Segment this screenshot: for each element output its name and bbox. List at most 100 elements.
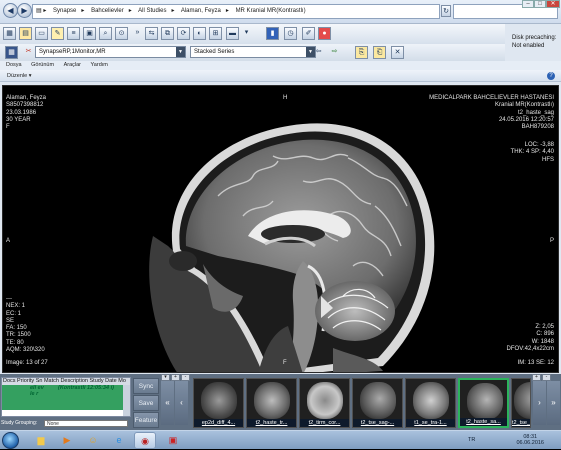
copy-icon[interactable]: ⎘ xyxy=(355,46,368,59)
cine-icon[interactable]: ⟳ xyxy=(177,27,190,40)
forward-button[interactable]: ▶ xyxy=(17,3,32,18)
menu-item-help[interactable]: Yardım xyxy=(91,62,108,68)
thumb-option-button[interactable]: + xyxy=(171,374,180,381)
scroll-prev-icon[interactable]: ‹ xyxy=(175,381,188,425)
series-thumbnail[interactable]: t1_se_tra-1... xyxy=(405,378,456,428)
scroll-last-icon[interactable]: » xyxy=(547,381,560,425)
breadcrumb-item[interactable]: MR Kranial MR(Kontrastlı) xyxy=(236,8,306,14)
magnify-icon[interactable]: ⌕ xyxy=(99,27,112,40)
overlay-bottom-marker: F xyxy=(283,360,287,366)
menu-item-tools[interactable]: Araçlar xyxy=(64,62,81,68)
overlay-acquisition-params: --- NEX: 1 EC: 1 SE FA: 150 TR: 1500 TE:… xyxy=(6,296,45,354)
close-button[interactable]: ✕ xyxy=(546,0,560,8)
thumbnail-image xyxy=(254,382,290,419)
window-level-icon[interactable]: ▬ xyxy=(226,27,239,40)
language-indicator[interactable]: TR xyxy=(468,437,475,443)
command-bar: Düzenle ▾ ? xyxy=(0,70,561,82)
start-button[interactable] xyxy=(2,432,19,449)
thumb-option-button[interactable]: - xyxy=(542,374,551,381)
back-button[interactable]: ◀ xyxy=(3,3,18,18)
menu-item-view[interactable]: Görünüm xyxy=(31,62,54,68)
thumbnail-label: t2_tirm_cor... xyxy=(300,419,349,427)
overlay-window-level: Z: 2,05 C: 896 W: 1848 DFOV:42,4x22cm xyxy=(506,324,554,352)
overlay-slice-info: LOC: -3,88 THK: 4 SP: 4,40 HFS xyxy=(510,142,554,163)
windows-taskbar: ▆ ▶ ☺ e ◉ ▣ TR 08:31 06.06.2016 xyxy=(0,430,561,449)
table-row[interactable]: ell ev le r (Kontrastli 12:05:34 i) xyxy=(2,385,124,410)
layout-icon[interactable]: ▣ xyxy=(83,27,96,40)
app-task-icon[interactable]: ▣ xyxy=(162,432,184,449)
dropdown-arrow-icon[interactable]: ▾ xyxy=(240,27,253,40)
messenger-icon[interactable]: ☺ xyxy=(82,432,104,449)
breadcrumb-item[interactable]: Bahcelievler xyxy=(91,8,124,14)
monitor-icon[interactable]: ▦ xyxy=(3,27,16,40)
thumb-option-button[interactable]: + xyxy=(532,374,541,381)
save-button[interactable]: Save xyxy=(133,395,159,411)
ie-icon[interactable]: e xyxy=(108,432,130,449)
scroll-first-icon[interactable]: « xyxy=(161,381,174,425)
feature-button[interactable]: Feature xyxy=(133,412,159,428)
thumbnail-image xyxy=(514,382,530,419)
thumb-option-button[interactable]: ▾ xyxy=(161,374,170,381)
thumbnail-image xyxy=(201,382,237,419)
series-combo[interactable]: Stacked Series ▼ xyxy=(190,46,316,58)
paste-icon[interactable]: ⎗ xyxy=(373,46,386,59)
document-icon[interactable]: ▭ xyxy=(35,27,48,40)
forward-arrows-icon[interactable]: » xyxy=(131,27,144,40)
main-toolbar: ▦ ▤ ▭ ✎ ≡ ▣ ⌕ ⊙ » ⇆ ⧉ ⟳ ◐ ⊞ ▬ ▾ ▮ ◷ ✐ ● xyxy=(0,24,505,44)
overlay-image-count: Image: 13 of 27 xyxy=(6,360,48,366)
thumbnail-image xyxy=(307,382,343,419)
study-grouping-select[interactable]: None xyxy=(44,420,128,427)
series-thumbnail[interactable]: t2_tirm_cor... xyxy=(299,378,350,428)
synapse-window: ◀ ▶ ▤ ▸ Synapse ▸ Bahcelievler ▸ All Studi… xyxy=(0,0,561,449)
series-thumbnail-selected[interactable]: t2_haste_sa... xyxy=(458,378,509,428)
refresh-icon[interactable]: ↻ xyxy=(441,5,451,17)
link-icon[interactable]: ⇆ xyxy=(145,27,158,40)
thumbnail-image xyxy=(360,382,396,419)
arrow-right-icon[interactable]: ⇨ xyxy=(328,46,341,59)
series-thumbnail[interactable]: t2_tse_sag-... xyxy=(352,378,403,428)
breadcrumb-item[interactable]: All Studies xyxy=(138,8,166,14)
notes-icon[interactable]: ✎ xyxy=(51,27,64,40)
image-viewport[interactable]: Alaman, Feyza S8507398812 23.03.1986 30 … xyxy=(2,85,559,373)
series-thumbnail[interactable]: t2_haste_tr... xyxy=(246,378,297,428)
annotation-icon[interactable]: ✐ xyxy=(302,27,315,40)
thumbnail-label: ep2d_diff_4... xyxy=(194,419,243,427)
rotate-icon[interactable]: ◐ xyxy=(193,27,206,40)
record-icon[interactable]: ● xyxy=(318,27,331,40)
maximize-button[interactable]: □ xyxy=(534,0,546,8)
zoom-icon[interactable]: ⊙ xyxy=(115,27,128,40)
series-thumbnail[interactable]: ep2d_diff_4... xyxy=(193,378,244,428)
study-list-header: Docs Priority Sn Match Description Study… xyxy=(2,378,130,385)
report-icon[interactable]: ≡ xyxy=(67,27,80,40)
compare-icon[interactable]: ⧉ xyxy=(161,27,174,40)
help-icon[interactable]: ? xyxy=(547,72,555,80)
study-list-table[interactable]: Docs Priority Sn Match Description Study… xyxy=(1,377,131,417)
tools-icon[interactable]: ✂ xyxy=(22,46,35,59)
breadcrumb-item[interactable]: Synapse xyxy=(53,8,76,14)
media-player-icon[interactable]: ▶ xyxy=(56,432,78,449)
grid-icon[interactable]: ▦ xyxy=(5,46,18,59)
breadcrumb[interactable]: ▤ ▸ Synapse ▸ Bahcelievler ▸ All Studies ▸ … xyxy=(32,4,440,19)
delete-icon[interactable]: ✕ xyxy=(391,46,404,59)
explorer-address-row: ◀ ▶ ▤ ▸ Synapse ▸ Bahcelievler ▸ All Studi… xyxy=(0,0,561,24)
study-list-icon[interactable]: ▤ xyxy=(19,27,32,40)
measure-icon[interactable]: ⊞ xyxy=(209,27,222,40)
chevron-down-icon: ▾ xyxy=(28,73,32,79)
study-grouping-label: Study Grouping: xyxy=(1,420,38,426)
timer-icon[interactable]: ◷ xyxy=(284,27,297,40)
scroll-next-icon[interactable]: › xyxy=(533,381,546,425)
system-clock[interactable]: 08:31 06.06.2016 xyxy=(516,434,544,446)
synapse-task-icon[interactable]: ◉ xyxy=(134,432,156,449)
menu-item-file[interactable]: Dosya xyxy=(6,62,22,68)
scrollbar[interactable] xyxy=(123,385,130,416)
minimize-button[interactable]: – xyxy=(522,0,534,8)
edit-menu[interactable]: Düzenle xyxy=(7,73,27,79)
sync-button[interactable]: Sync xyxy=(133,378,159,394)
layout-combo[interactable]: SynapseRP,1Monitor,MR ▼ xyxy=(35,46,186,58)
thumb-option-button[interactable]: - xyxy=(181,374,190,381)
series-thumbnail[interactable]: t2_tse_... xyxy=(511,378,531,428)
overlay-left-marker: A xyxy=(6,238,11,244)
explorer-icon[interactable]: ▆ xyxy=(30,432,52,449)
bar-chart-icon[interactable]: ▮ xyxy=(266,27,279,40)
breadcrumb-item[interactable]: Alaman, Feyza xyxy=(181,8,221,14)
